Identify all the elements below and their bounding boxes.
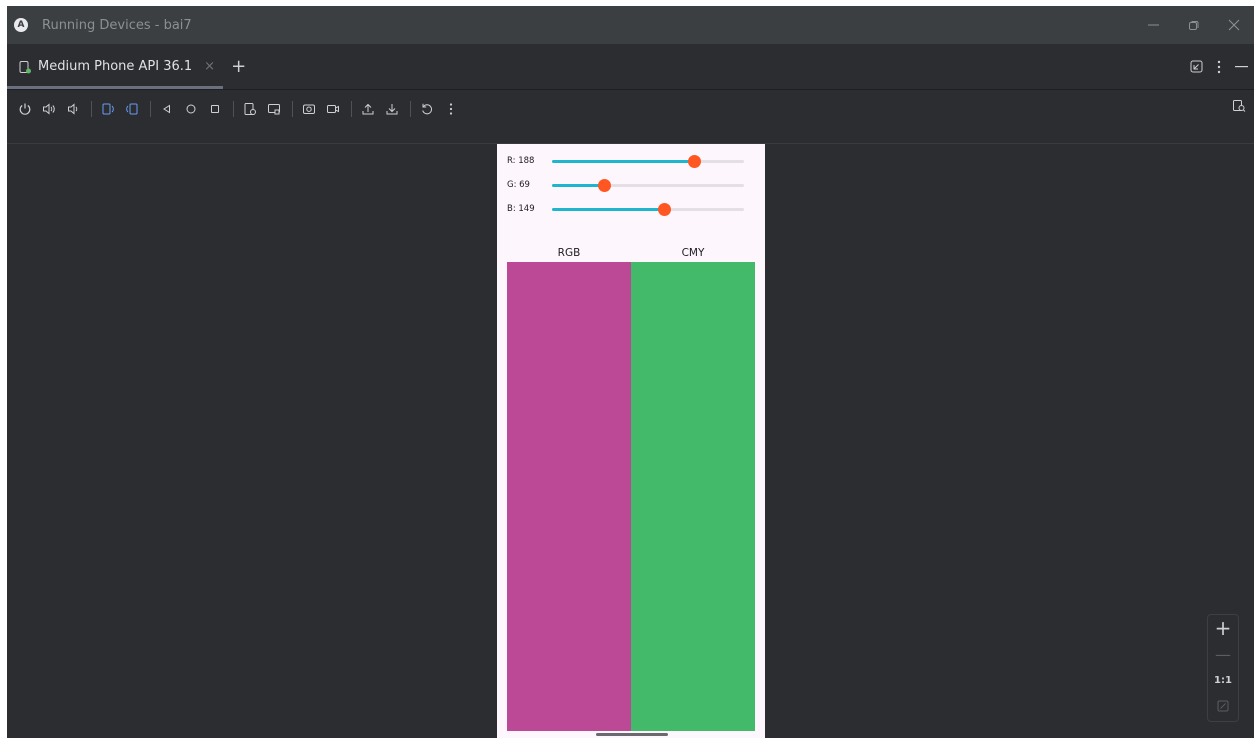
pip-icon[interactable] bbox=[1190, 60, 1203, 73]
android-studio-logo-icon: A bbox=[14, 18, 28, 32]
window-controls bbox=[1134, 6, 1254, 44]
logo-glyph: A bbox=[17, 20, 25, 30]
slider-label-red: R: 188 bbox=[507, 156, 535, 166]
slider-row-green: G: 69 bbox=[507, 175, 757, 195]
slider-fill-red bbox=[552, 160, 694, 163]
cmy-color-swatch bbox=[631, 262, 755, 731]
device-toolbar bbox=[7, 90, 1254, 128]
screen-record-icon[interactable] bbox=[322, 98, 344, 120]
slider-row-red: R: 188 bbox=[507, 151, 757, 171]
minimize-icon bbox=[1148, 24, 1159, 26]
rotate-left-icon[interactable] bbox=[97, 98, 119, 120]
device-snapshot-icon[interactable] bbox=[239, 98, 261, 120]
power-icon[interactable] bbox=[14, 98, 36, 120]
home-icon[interactable] bbox=[180, 98, 202, 120]
rotate-right-icon[interactable] bbox=[121, 98, 143, 120]
volume-down-icon[interactable] bbox=[62, 98, 84, 120]
close-icon bbox=[1228, 19, 1240, 31]
slider-thumb-blue[interactable] bbox=[658, 203, 672, 216]
zoom-controls: + — 1:1 bbox=[1207, 614, 1239, 722]
slider-red[interactable] bbox=[552, 155, 744, 168]
slider-fill-green bbox=[552, 184, 604, 187]
slider-thumb-green[interactable] bbox=[597, 179, 611, 192]
phone-device-icon bbox=[19, 60, 31, 73]
overview-icon[interactable] bbox=[204, 98, 226, 120]
toolbar-separator bbox=[233, 101, 234, 117]
zoom-actual-size-button[interactable]: 1:1 bbox=[1208, 667, 1238, 693]
hide-panel-icon[interactable] bbox=[1235, 65, 1248, 68]
screenshot-icon[interactable] bbox=[298, 98, 320, 120]
restore-icon bbox=[1189, 21, 1199, 30]
cmy-label: CMY bbox=[681, 247, 705, 259]
running-devices-window: A Running Devices - bai7 Medium Phone AP… bbox=[7, 6, 1254, 738]
restore-button[interactable] bbox=[1174, 6, 1214, 44]
zoom-out-button[interactable]: — bbox=[1208, 641, 1238, 667]
slider-label-green: G: 69 bbox=[507, 180, 530, 190]
options-menu-icon[interactable] bbox=[1217, 60, 1221, 74]
toolbar-separator bbox=[292, 101, 293, 117]
window-title: Running Devices - bai7 bbox=[42, 17, 192, 33]
rgb-color-swatch bbox=[507, 262, 631, 731]
fit-screen-icon bbox=[1217, 700, 1229, 712]
zoom-fit-button[interactable] bbox=[1208, 693, 1238, 719]
device-frame-icon[interactable] bbox=[263, 98, 285, 120]
toolbar-separator bbox=[410, 101, 411, 117]
add-device-icon[interactable]: + bbox=[231, 56, 246, 77]
slider-green[interactable] bbox=[552, 179, 744, 192]
toolbar-separator bbox=[150, 101, 151, 117]
reset-icon[interactable] bbox=[416, 98, 438, 120]
slider-row-blue: B: 149 bbox=[507, 199, 757, 219]
screen-search-icon[interactable] bbox=[1232, 98, 1246, 117]
slider-fill-blue bbox=[552, 208, 665, 211]
gesture-home-bar[interactable] bbox=[596, 733, 668, 736]
rgb-label: RGB bbox=[557, 247, 581, 259]
tab-close-icon[interactable]: × bbox=[204, 59, 215, 74]
tab-medium-phone[interactable]: Medium Phone API 36.1 × bbox=[7, 44, 224, 89]
download-icon[interactable] bbox=[381, 98, 403, 120]
toolbar-separator bbox=[351, 101, 352, 117]
slider-blue[interactable] bbox=[552, 203, 744, 216]
slider-label-blue: B: 149 bbox=[507, 204, 535, 214]
device-screen[interactable]: R: 188 G: 69 B: 149 RGB CMY bbox=[497, 144, 765, 738]
toolbar-separator bbox=[91, 101, 92, 117]
close-window-button[interactable] bbox=[1214, 6, 1254, 44]
device-tab-bar: Medium Phone API 36.1 × + bbox=[7, 44, 1254, 90]
upload-icon[interactable] bbox=[357, 98, 379, 120]
minimize-button[interactable] bbox=[1134, 6, 1174, 44]
back-icon[interactable] bbox=[156, 98, 178, 120]
more-icon[interactable] bbox=[440, 98, 462, 120]
tab-label: Medium Phone API 36.1 bbox=[38, 59, 193, 74]
active-tab-indicator bbox=[7, 86, 224, 89]
slider-thumb-red[interactable] bbox=[687, 155, 701, 168]
zoom-in-button[interactable]: + bbox=[1208, 615, 1238, 641]
tabbar-actions bbox=[1190, 44, 1248, 89]
title-bar: A Running Devices - bai7 bbox=[7, 6, 1254, 44]
volume-up-icon[interactable] bbox=[38, 98, 60, 120]
